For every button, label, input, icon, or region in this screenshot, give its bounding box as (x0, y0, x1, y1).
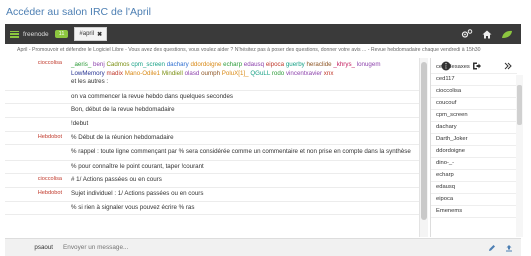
message-row: !debut (5, 118, 419, 132)
mentioned-nick[interactable]: dachary (167, 61, 189, 68)
message-nick (5, 145, 67, 160)
message-text: % pour connaître le point courant, taper… (71, 162, 204, 170)
message-nick[interactable]: Hebdobot (5, 188, 67, 201)
user-list-scrollbar[interactable] (516, 75, 523, 237)
mentioned-nick[interactable]: ddordoigne (190, 61, 221, 68)
message-row: Bon, début de la revue hebdomadaire (5, 104, 419, 118)
mentioned-nick[interactable]: benj (93, 61, 105, 68)
message-nick (5, 202, 67, 215)
mentioned-nick[interactable]: oumph (201, 70, 220, 77)
message-text: % si rien à signaler vous pouvez écrire … (71, 203, 195, 211)
leaf-icon[interactable] (501, 30, 513, 39)
message-row: Hebdobot % Début de la réunion hebdomadai… (5, 132, 419, 146)
message-suffix: et les autres : (71, 78, 109, 86)
mentioned-nick[interactable]: madix (106, 70, 123, 77)
edit-icon[interactable] (488, 244, 496, 252)
user-list-item[interactable]: dino-_- (431, 158, 517, 170)
message-input[interactable] (63, 244, 488, 251)
user-panel: cedkdesaxes ced117 cioccolisa coucouf cpm_sc… (430, 58, 523, 237)
message-row: Hebdobot Sujet individuel : 1/ Actions pa… (5, 188, 419, 202)
user-list-item[interactable]: cioccolisa (431, 86, 517, 98)
upload-icon[interactable] (505, 244, 513, 252)
user-list-item[interactable]: ddordoigne (431, 146, 517, 158)
user-list-item[interactable]: cedkdesaxes (431, 62, 517, 74)
message-text: % rappel : toute ligne commençant par % … (71, 148, 411, 156)
message-row: on va commencer la revue hebdo dans quel… (5, 91, 419, 105)
mentioned-nick[interactable]: edausq (244, 61, 264, 68)
own-nick[interactable]: psaout (5, 244, 63, 251)
message-nick[interactable]: Hebdobot (5, 132, 67, 145)
mentioned-nick[interactable]: lonugem (357, 61, 381, 68)
chat-scrollbar[interactable] (419, 58, 428, 237)
message-row: cioccolisa _aeris_ benj Cadmos cpm_scree… (5, 58, 419, 91)
mentioned-nick[interactable]: guerby (286, 61, 305, 68)
mentioned-nick[interactable]: heraclide (306, 61, 331, 68)
message-text: % Début de la réunion hebdomadaire (71, 133, 174, 141)
user-list-item[interactable]: ced117 (431, 74, 517, 86)
message-nick[interactable]: cioccolisa (5, 58, 67, 90)
message-text: _aeris_ benj Cadmos cpm_screen dachary d… (67, 58, 419, 90)
channel-topic: April - Promouvoir et défendre le Logici… (17, 47, 481, 53)
channel-tab-label: #april (79, 31, 95, 37)
user-list-item[interactable]: Darth_Joker (431, 134, 517, 146)
chat-scrollbar-thumb[interactable] (421, 62, 427, 220)
message-nick (5, 91, 67, 104)
mentioned-nick[interactable]: vincentxavier (286, 70, 322, 77)
user-list-item[interactable]: Emenems (431, 206, 517, 218)
unread-badge: 11 (54, 30, 69, 38)
mentioned-nick[interactable]: Cadmos (106, 61, 129, 68)
settings-icon[interactable] (461, 29, 473, 39)
mentioned-nick[interactable]: Mano-Odile1 (125, 70, 160, 77)
message-list: cioccolisa _aeris_ benj Cadmos cpm_scree… (5, 58, 419, 237)
message-input-bar: psaout (5, 238, 521, 256)
top-toolbar: freenode 11 #april ✖ (5, 24, 521, 44)
message-text: Bon, début de la revue hebdomadaire (71, 106, 175, 114)
user-list-item[interactable]: coucouf (431, 98, 517, 110)
mentioned-nick[interactable]: PoluX[1]_ (222, 70, 249, 77)
mentioned-nick[interactable]: cpm_screen (131, 61, 165, 68)
mentioned-nick[interactable]: _aeris_ (71, 61, 91, 68)
user-list-item[interactable]: echarp (431, 170, 517, 182)
page-title: Accéder au salon IRC de l'April (6, 6, 151, 18)
home-icon[interactable] (482, 30, 492, 39)
channel-tab-april[interactable]: #april ✖ (74, 27, 108, 41)
mentioned-nick[interactable]: QGuLL (250, 70, 270, 77)
message-row: % rappel : toute ligne commençant par % … (5, 145, 419, 161)
message-row: cioccolisa # 1/ Actions passées ou en cou… (5, 174, 419, 188)
message-text: on va commencer la revue hebdo dans quel… (71, 92, 234, 100)
network-name: freenode (23, 30, 49, 38)
menu-icon (10, 30, 19, 38)
mentioned-nick[interactable]: Mindiell (162, 70, 183, 77)
message-text: # 1/ Actions passées ou en cours (71, 176, 162, 184)
user-list-item[interactable]: cpm_screen (431, 110, 517, 122)
message-nick (5, 118, 67, 131)
network-tab-freenode[interactable]: freenode 11 (10, 27, 69, 41)
user-list-item[interactable]: edausq (431, 182, 517, 194)
user-list-item[interactable]: eipoca (431, 194, 517, 206)
message-nick[interactable]: cioccolisa (5, 174, 67, 187)
mentioned-nick[interactable]: LowMemory (71, 70, 105, 77)
message-nick (5, 161, 67, 174)
close-tab-icon[interactable]: ✖ (97, 31, 102, 38)
mentioned-nick[interactable]: xnx (324, 70, 334, 77)
mentioned-nick[interactable]: olasd (185, 70, 200, 77)
message-row: % pour connaître le point courant, taper… (5, 161, 419, 175)
mentioned-nick[interactable]: _khrys_ (333, 61, 355, 68)
message-text: !debut (71, 119, 89, 127)
message-text: Sujet individuel : 1/ Actions passées ou… (71, 189, 204, 197)
message-nick (5, 104, 67, 117)
mentioned-nick[interactable]: rodo (272, 70, 284, 77)
user-list-item[interactable]: dachary (431, 122, 517, 134)
mentioned-nick[interactable]: echarp (223, 61, 242, 68)
message-row: % si rien à signaler vous pouvez écrire … (5, 202, 419, 216)
mentioned-nick[interactable]: eipoca (266, 61, 284, 68)
